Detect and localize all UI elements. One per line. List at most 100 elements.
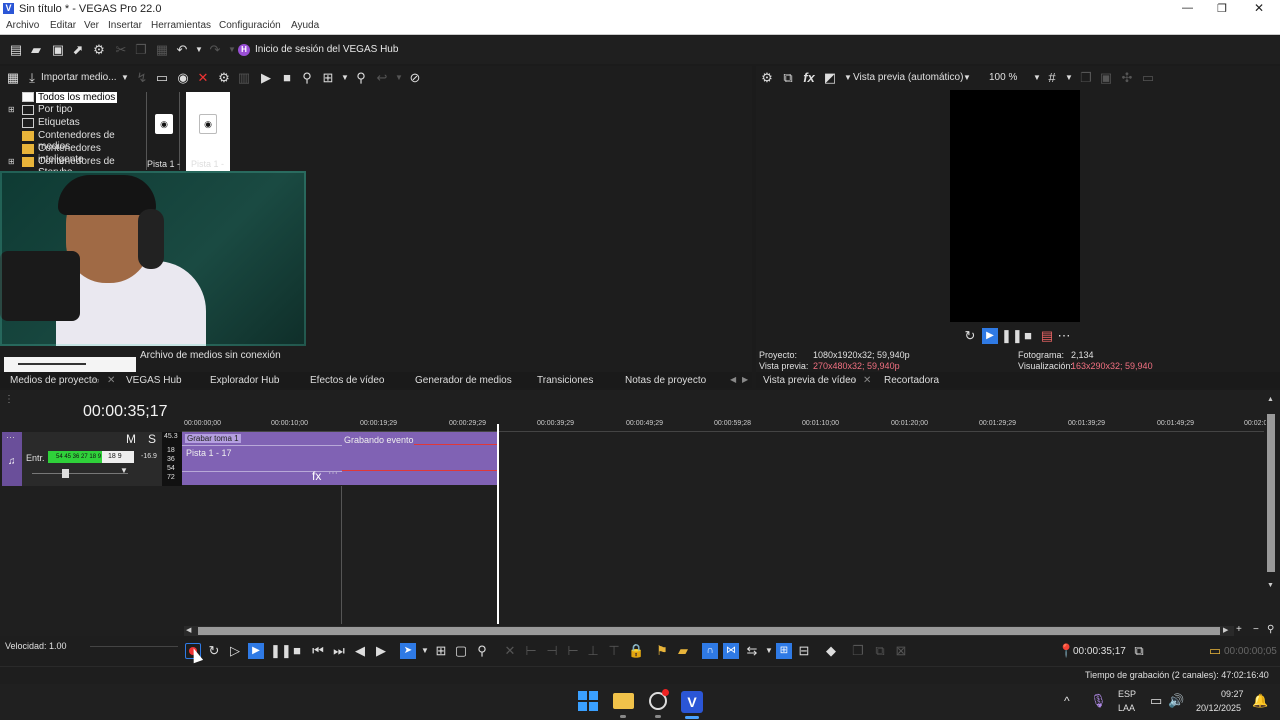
trim-start-icon[interactable]: ⊣ — [545, 644, 559, 658]
tab-project-notes[interactable]: Notas de proyecto — [625, 375, 706, 386]
undo-icon[interactable]: ↶ — [175, 43, 189, 57]
time-ruler[interactable]: 00:00:00;00 00:00:10;00 00:00:19;29 00:0… — [182, 418, 1267, 432]
next-frame-icon[interactable]: ▶ — [374, 644, 388, 658]
menu-configuracion[interactable]: Configuración — [219, 20, 281, 31]
tree-item-tags[interactable]: Etiquetas — [38, 117, 80, 128]
tab-transitions[interactable]: Transiciones — [537, 375, 593, 386]
save-snapshot-icon[interactable]: ▣ — [1099, 71, 1113, 85]
go-to-end-icon[interactable]: ⏭ — [332, 644, 346, 658]
scroll-right-icon[interactable]: ▶ — [1223, 626, 1228, 634]
ripple-dropdown-icon[interactable]: ▼ — [762, 644, 776, 658]
hscroll-thumb[interactable] — [198, 627, 1220, 635]
settings-gear-icon[interactable]: ⚙ — [92, 43, 106, 57]
menu-archivo[interactable]: Archivo — [6, 20, 39, 31]
network-icon[interactable]: ▭ — [1150, 693, 1162, 709]
language-region[interactable]: LAA — [1118, 703, 1135, 713]
preview-mode-arrow-icon[interactable]: ▼ — [960, 71, 974, 85]
expand-storyboard-icon[interactable]: ⊞ — [8, 157, 15, 166]
timeline-grip-icon[interactable]: ⋮ — [4, 394, 14, 405]
zoom-out-icon[interactable]: − — [1253, 624, 1259, 635]
grid-dropdown-icon[interactable]: ▼ — [1062, 71, 1076, 85]
file-explorer-icon[interactable] — [613, 693, 634, 709]
tab-hub-explorer[interactable]: Explorador Hub — [210, 375, 279, 386]
mute-button[interactable]: M — [126, 432, 136, 446]
media-thumb-selected[interactable]: ◉ Pista 1 - — [186, 92, 230, 172]
ignore-grouping-icon[interactable]: ⊟ — [797, 644, 811, 658]
media-properties-icon[interactable]: ⚙ — [217, 71, 231, 85]
pause-icon[interactable]: ❚❚ — [270, 644, 292, 658]
go-to-start-icon[interactable]: ⏮ — [311, 644, 325, 658]
ungroup-icon[interactable]: ⧉ — [873, 644, 887, 658]
preview-options-icon[interactable]: ▭ — [1141, 71, 1155, 85]
media-play-icon[interactable]: ▶ — [259, 71, 273, 85]
auto-crossfade-button[interactable]: ⋈ — [723, 643, 739, 659]
tab-video-preview[interactable]: Vista previa de vídeo — [763, 375, 856, 386]
menu-ayuda[interactable]: Ayuda — [291, 20, 319, 31]
clock-date[interactable]: 20/12/2025 — [1196, 703, 1241, 713]
zoom-dropdown-icon[interactable]: ▼ — [1030, 71, 1044, 85]
media-thumb[interactable]: ◉ Pista 1 - — [146, 92, 180, 170]
volume-slider-track[interactable] — [32, 473, 128, 474]
scroll-up-icon[interactable]: ▲ — [1267, 396, 1274, 403]
menu-ver[interactable]: Ver — [84, 20, 99, 31]
play-button[interactable]: ▶ — [248, 643, 264, 659]
media-views-icon[interactable]: ⊞ — [321, 71, 335, 85]
menu-editar[interactable]: Editar — [50, 20, 76, 31]
region-icon[interactable]: ▰ — [676, 644, 690, 658]
zoom-fit-icon[interactable]: ⚲ — [1267, 624, 1274, 635]
preview-settings-icon[interactable]: ⚙ — [760, 71, 774, 85]
open-folder-icon[interactable]: ▰ — [29, 43, 43, 57]
media-fx-icon[interactable]: ◉ — [176, 71, 190, 85]
envelope-tool-icon[interactable]: ⊞ — [434, 644, 448, 658]
hub-login-link[interactable]: Inicio de sesión del VEGAS Hub — [255, 44, 398, 55]
undo-dropdown-icon[interactable]: ▼ — [192, 43, 206, 57]
tree-item-all-media[interactable]: Todos los medios — [36, 92, 118, 103]
marker-icon[interactable]: ⚑ — [655, 644, 669, 658]
split-icon[interactable]: ⊥ — [586, 644, 600, 658]
speed-slider[interactable] — [90, 646, 178, 647]
preview-stop-icon[interactable]: ■ — [1021, 329, 1035, 343]
copy-icon[interactable]: ❐ — [134, 43, 148, 57]
tab-vegas-hub[interactable]: VEGAS Hub — [126, 375, 182, 386]
lock-envelopes-button[interactable]: ⊞ — [776, 643, 792, 659]
track-dropdown-icon[interactable]: ▼ — [120, 466, 128, 475]
tab-trimmer[interactable]: Recortadora — [884, 375, 939, 386]
track-menu-icon[interactable]: ⋯ — [6, 432, 15, 443]
clip-fx-button[interactable]: fx — [312, 469, 321, 483]
minimize-button[interactable]: — — [1182, 2, 1193, 14]
color-match-icon[interactable]: ◆ — [824, 644, 838, 658]
paste-icon[interactable]: ▦ — [155, 43, 169, 57]
media-zoom-icon[interactable]: ⚲ — [354, 71, 368, 85]
redo-dropdown-icon[interactable]: ▼ — [225, 43, 239, 57]
zoom-tool-icon[interactable]: ⚲ — [475, 644, 489, 658]
tab-media-generator[interactable]: Generador de medios — [415, 375, 512, 386]
audio-clip-recorded[interactable]: Grabar toma 1 Pista 1 - 17 fx ⋯ — [182, 432, 342, 485]
show-hidden-icons[interactable]: ^ — [1064, 694, 1070, 708]
get-media-icon[interactable]: ▭ — [155, 71, 169, 85]
views-dropdown-icon[interactable]: ▼ — [338, 71, 352, 85]
zoom-level[interactable]: 100 % — [989, 72, 1017, 83]
preview-mode-dropdown[interactable]: Vista previa (automático) — [853, 72, 963, 83]
tab-video-fx[interactable]: Efectos de vídeo — [310, 375, 385, 386]
media-tags-icon[interactable]: ▥ — [237, 71, 251, 85]
volume-icon[interactable]: 🔊 — [1168, 693, 1184, 709]
media-view-icon[interactable]: ▦ — [6, 71, 20, 85]
capture-icon[interactable]: ↯ — [135, 71, 149, 85]
snapping-button[interactable]: ∩ — [702, 643, 718, 659]
remove-media-icon[interactable]: ✕ — [196, 71, 210, 85]
clip-more-icon[interactable]: ⋯ — [328, 468, 338, 479]
menu-insertar[interactable]: Insertar — [108, 20, 142, 31]
preview-render-icon[interactable]: ▤ — [1040, 329, 1054, 343]
video-fx-icon[interactable]: fx — [802, 71, 816, 85]
stop-icon[interactable]: ■ — [290, 644, 304, 658]
audio-clip-recording[interactable]: Grabando evento — [342, 432, 498, 485]
tab-project-media[interactable]: Medios de proyecto — [10, 375, 97, 386]
zoom-in-icon[interactable]: + — [1236, 624, 1242, 635]
tab-float-icon[interactable]: ▭ — [91, 375, 100, 386]
tree-item-by-type[interactable]: Por tipo — [38, 104, 72, 115]
preview-play-button[interactable]: ▶ — [982, 328, 998, 344]
scroll-thumb[interactable] — [1267, 414, 1275, 572]
normal-edit-tool[interactable]: ➤ — [400, 643, 416, 659]
media-redo-icon[interactable]: ↩ — [375, 71, 389, 85]
render-icon[interactable]: ⬈ — [71, 43, 85, 57]
